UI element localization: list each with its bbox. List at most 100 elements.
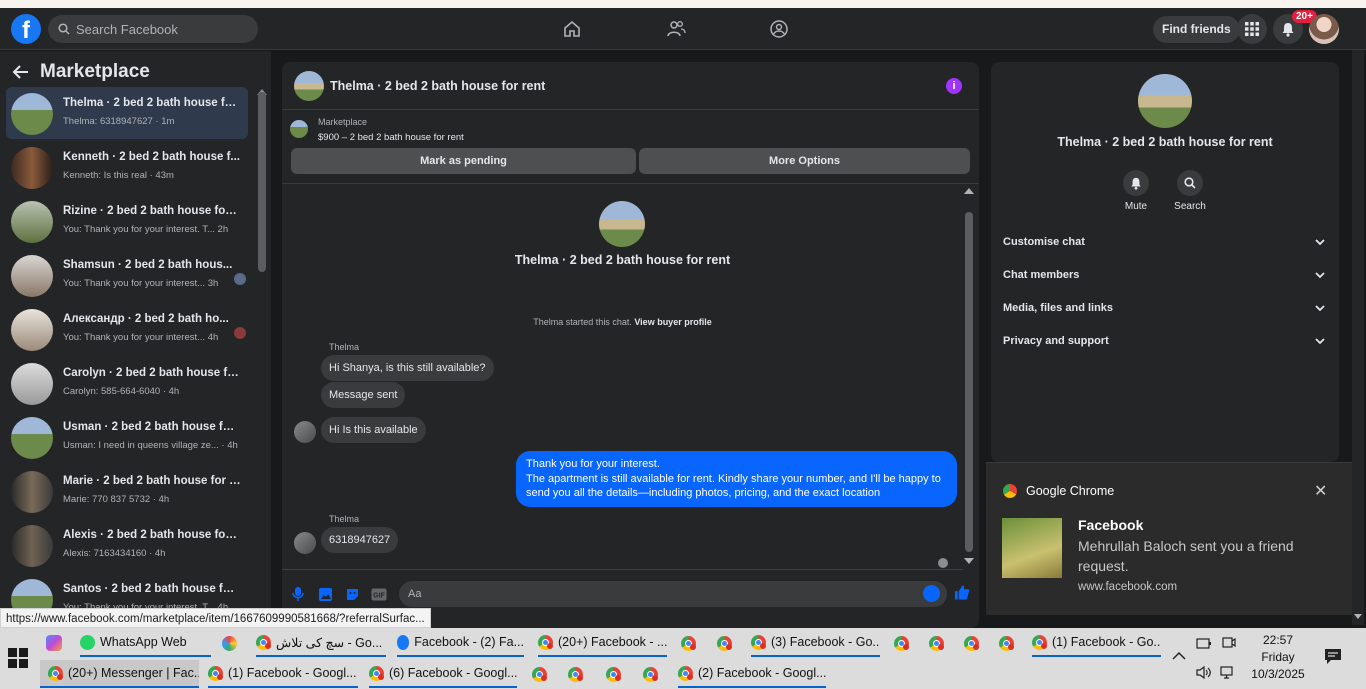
chat-item[interactable]: Alexis · 2 bed 2 bath house for ... Alex… [6, 519, 248, 571]
chevron-up-icon[interactable] [1172, 648, 1186, 663]
facebook-logo-icon[interactable]: f [11, 14, 41, 44]
chat-preview: Thelma: 6318947627 · 1m [63, 116, 175, 127]
chat-started-note: Thelma started this chat. View buyer pro… [282, 317, 963, 327]
chrome-icon[interactable] [681, 629, 701, 657]
close-icon[interactable]: ✕ [1314, 481, 1327, 501]
taskbar-messenger-window[interactable]: (20+) Messenger | Fac... [40, 660, 199, 688]
sidebar-header: Marketplace [12, 61, 150, 83]
conversation-panel: Thelma · 2 bed 2 bath house for rent i M… [282, 62, 979, 628]
taskbar-chrome-window[interactable]: (3) Facebook - Go... [751, 629, 880, 657]
system-clock[interactable]: 22:57 Friday 10/3/2025 [1247, 632, 1309, 683]
windows-start-icon[interactable] [8, 648, 28, 668]
chrome-icon[interactable] [606, 660, 626, 688]
info-icon[interactable]: i [946, 78, 962, 94]
started-text: Thelma started this chat. [533, 317, 632, 327]
chat-item[interactable]: Usman · 2 bed 2 bath house for... Usman:… [6, 411, 248, 463]
chat-item[interactable]: Carolyn · 2 bed 2 bath house fo... Carol… [6, 357, 248, 409]
meet-now-icon[interactable] [1222, 636, 1236, 652]
taskbar-chrome-window[interactable]: (1) Facebook - Go... [1032, 629, 1161, 657]
sender-avatar[interactable] [294, 532, 316, 554]
taskbar-whatsapp[interactable]: WhatsApp Web [80, 629, 211, 657]
gif-icon[interactable]: GIF [371, 586, 387, 602]
facebook-top-bar: f Find friends 20+ [0, 8, 1366, 50]
paint-icon[interactable] [222, 629, 244, 657]
house-thumbnail [11, 255, 53, 297]
copilot-icon[interactable] [46, 629, 68, 657]
facebook-icon [397, 634, 410, 650]
battery-icon[interactable] [1196, 637, 1212, 652]
menu-grid-icon[interactable] [1237, 14, 1267, 44]
chat-item[interactable]: Kenneth · 2 bed 2 bath house f... Kennet… [6, 141, 248, 193]
messages-scrollbar[interactable] [965, 212, 973, 552]
chrome-icon[interactable] [929, 629, 949, 657]
home-icon[interactable] [560, 18, 584, 40]
chat-item[interactable]: Thelma · 2 bed 2 bath house fo... Thelma… [6, 87, 248, 139]
page-scroll-down-arrow[interactable] [1354, 614, 1362, 619]
chat-members-section[interactable]: Chat members [1003, 269, 1331, 291]
chrome-icon[interactable] [568, 660, 588, 688]
chat-item[interactable]: Marie · 2 bed 2 bath house for r... Mari… [6, 465, 248, 517]
taskbar-facebook-window[interactable]: Facebook - (2) Fa... [397, 629, 524, 657]
customise-chat-section[interactable]: Customise chat [1003, 236, 1331, 258]
scroll-up-arrow[interactable] [964, 188, 974, 194]
page-scrollbar[interactable] [1352, 50, 1364, 625]
link-status-bar: https://www.facebook.com/marketplace/ite… [0, 608, 431, 628]
facebook-search[interactable] [48, 15, 258, 43]
house-thumbnail [11, 363, 53, 405]
groups-icon[interactable] [767, 18, 791, 40]
incoming-message: Hi Shanya, is this still available? [321, 355, 494, 381]
chrome-icon[interactable] [964, 629, 984, 657]
house-thumbnail [11, 309, 53, 351]
chrome-notification[interactable]: Google Chrome ✕ Facebook Mehrullah Baloc… [986, 462, 1352, 615]
find-friends-button[interactable]: Find friends [1153, 16, 1240, 43]
chat-title: Alexis · 2 bed 2 bath house for ... [63, 529, 241, 541]
thumbs-up-icon[interactable] [954, 584, 970, 600]
taskbar-chrome-window[interactable]: (6) Facebook - Googl... [369, 660, 517, 688]
sticker-icon[interactable] [344, 586, 360, 602]
view-buyer-profile-link[interactable]: View buyer profile [634, 317, 711, 327]
conversation-title[interactable]: Thelma · 2 bed 2 bath house for rent [330, 79, 545, 93]
microphone-icon[interactable] [290, 586, 306, 602]
action-center-icon[interactable] [1324, 648, 1342, 668]
taskbar-chrome-window[interactable]: (2) Facebook - Googl... [678, 660, 826, 688]
mute-button[interactable]: Mute [1111, 170, 1161, 212]
sender-name: Thelma [329, 342, 360, 352]
chrome-icon[interactable] [894, 629, 914, 657]
chat-item[interactable]: Santos · 2 bed 2 bath house for... You: … [6, 573, 248, 613]
mark-as-pending-button[interactable]: Mark as pending [291, 148, 636, 174]
search-input[interactable] [76, 21, 246, 37]
outgoing-message: Thank you for your interest. The apartme… [516, 451, 957, 507]
search-chat-button[interactable]: Search [1165, 170, 1215, 212]
more-options-button[interactable]: More Options [639, 148, 970, 174]
chat-item[interactable]: Александр · 2 bed 2 bath ho... You: Than… [6, 303, 248, 355]
clock-time: 22:57 [1262, 633, 1294, 647]
chrome-icon[interactable] [532, 660, 552, 688]
sidebar-scrollbar[interactable] [258, 92, 266, 272]
privacy-support-section[interactable]: Privacy and support [1003, 335, 1331, 357]
scroll-down-arrow[interactable] [964, 558, 974, 564]
svg-text:GIF: GIF [373, 592, 385, 599]
taskbar-chrome-window[interactable]: (1) Facebook - Googl... [208, 660, 358, 688]
marketplace-label: Marketplace [318, 117, 368, 127]
taskbar-chrome-window[interactable]: (20+) Facebook - ... [538, 629, 667, 657]
listing-large-thumbnail[interactable] [1138, 74, 1192, 128]
back-arrow-icon[interactable] [12, 64, 30, 80]
message-input[interactable] [399, 581, 947, 607]
image-attach-icon[interactable] [317, 586, 333, 602]
media-files-section[interactable]: Media, files and links [1003, 302, 1331, 324]
profile-avatar[interactable] [1309, 14, 1339, 44]
network-icon[interactable] [1220, 666, 1236, 682]
friends-icon[interactable] [664, 18, 688, 40]
chrome-icon[interactable] [643, 660, 663, 688]
taskbar-chrome-window[interactable]: سچ کی تلاش - Go... [256, 629, 386, 657]
chrome-icon[interactable] [999, 629, 1019, 657]
chat-item[interactable]: Shamsun · 2 bed 2 bath hous... You: Than… [6, 249, 248, 301]
chrome-icon[interactable] [717, 629, 737, 657]
chevron-down-icon [1315, 272, 1325, 279]
volume-icon[interactable] [1196, 665, 1212, 682]
listing-thumbnail[interactable] [294, 71, 324, 101]
chevron-down-icon [1315, 305, 1325, 312]
chat-item[interactable]: Rizine · 2 bed 2 bath house for ... You:… [6, 195, 248, 247]
emoji-icon[interactable] [923, 585, 940, 602]
sender-avatar[interactable] [294, 421, 316, 443]
